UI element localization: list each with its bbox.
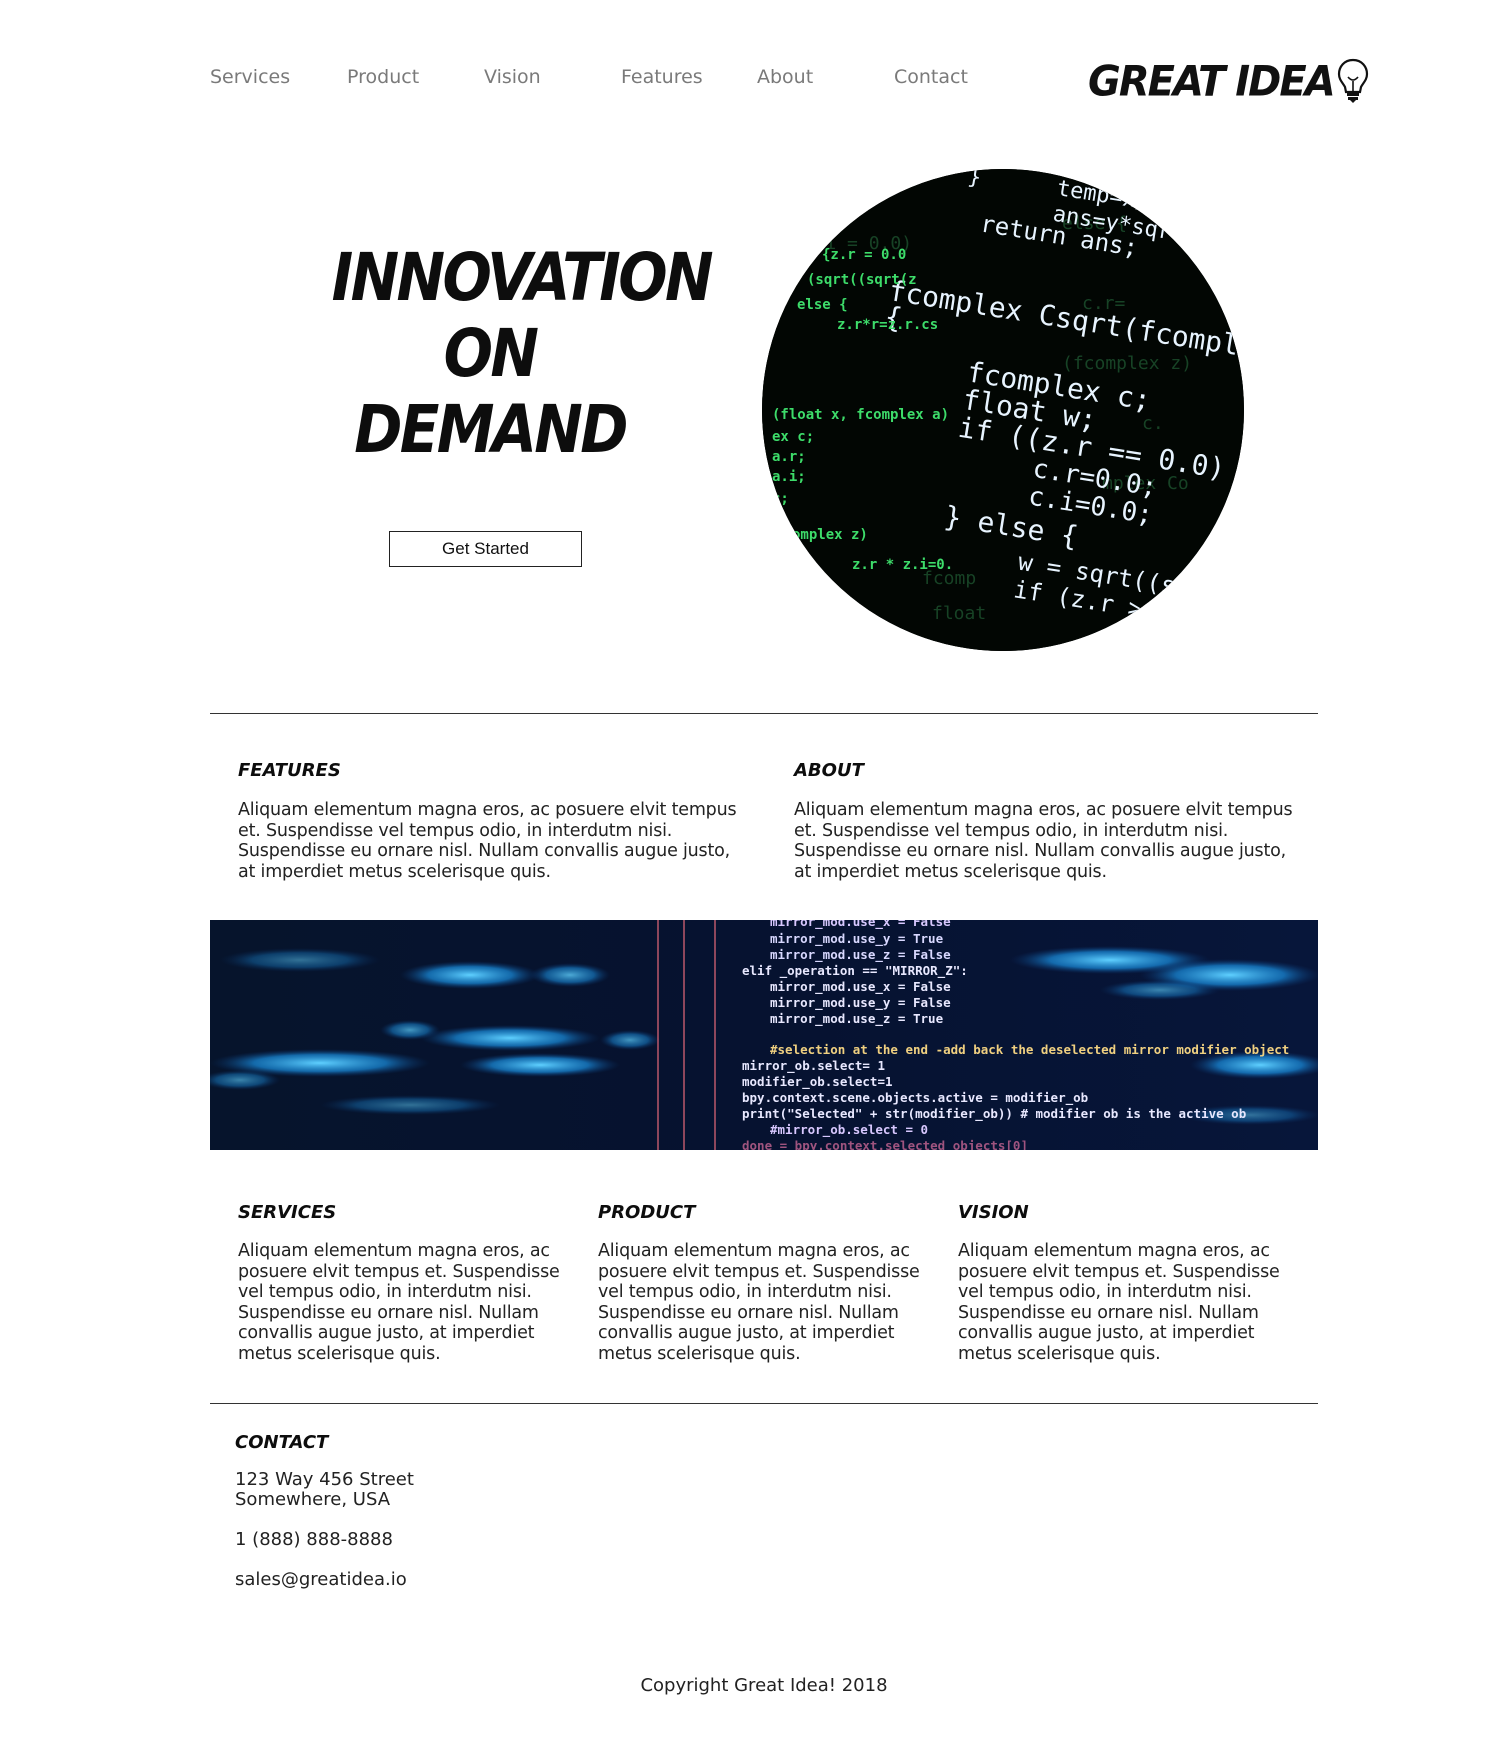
vision-body-line: Suspendisse eu ornare nisl. Nullam <box>958 1302 1259 1323</box>
about-body: Aliquam elementum magna eros, ac posuere… <box>794 800 1294 882</box>
hero-title: INNOVATION ON DEMAND <box>310 239 714 468</box>
features-body-line: Aliquam elementum magna eros, ac posuere… <box>238 800 737 820</box>
product-body-line: convallis augue justo, at imperdiet <box>598 1323 895 1343</box>
code-banner-graphic: mirror_mod.use_x = False mirror_mod.use_… <box>210 920 1318 1150</box>
contact-address-line-1: 123 Way 456 Street <box>235 1469 414 1490</box>
section-divider <box>210 1403 1318 1404</box>
hero-code-image: else { c.r= (fcomplex z) c. mplex Co flo… <box>762 169 1244 651</box>
product-body-line: posuere elvit tempus et. Suspendisse <box>598 1261 920 1282</box>
svg-text:done = bpy.context.selected_ob: done = bpy.context.selected_objects[0] <box>742 1138 1028 1150</box>
features-body: Aliquam elementum magna eros, ac posuere… <box>238 800 738 882</box>
services-heading: SERVICES <box>238 1202 337 1223</box>
product-body-line: vel tempus odio, in interdutm nisi. <box>598 1282 892 1302</box>
hero-title-line-3: DEMAND <box>354 391 628 468</box>
svg-text:mirror_ob.select= 1: mirror_ob.select= 1 <box>742 1058 885 1074</box>
lightbulb-icon <box>1337 58 1368 103</box>
nav-link-features[interactable]: Features <box>621 66 703 88</box>
services-body-line: metus scelerisque quis. <box>238 1343 441 1364</box>
logo-text: GREAT IDEA <box>1088 57 1336 107</box>
contact-address-line-2: Somewhere, USA <box>235 1489 391 1510</box>
svg-text:omplex z): omplex z) <box>792 527 868 543</box>
copyright-text: Copyright Great Idea! 2018 <box>640 1675 888 1696</box>
svg-text:(fcomplex z): (fcomplex z) <box>1062 353 1192 374</box>
nav-link-services[interactable]: Services <box>210 66 290 88</box>
svg-text:#mirror_ob.select = 0: #mirror_ob.select = 0 <box>770 1122 928 1138</box>
svg-text:{z.r = 0.0: {z.r = 0.0 <box>822 247 906 263</box>
features-heading: FEATURES <box>238 760 341 781</box>
svg-text:a.r;: a.r; <box>772 449 806 465</box>
product-body-line: Aliquam elementum magna eros, ac <box>598 1241 910 1261</box>
about-body-line: at imperdiet metus scelerisque quis. <box>794 861 1107 882</box>
features-body-line: et. Suspendisse vel tempus odio, in inte… <box>238 820 673 841</box>
logo[interactable]: GREAT IDEA <box>1088 56 1370 108</box>
services-body: Aliquam elementum magna eros, ac posuere… <box>238 1241 578 1364</box>
svg-text:print("Selected" + str(modifie: print("Selected" + str(modifier_ob)) # m… <box>742 1106 1246 1122</box>
contact-phone[interactable]: 1 (888) 888-8888 <box>235 1529 393 1550</box>
services-body-line: convallis augue justo, at imperdiet <box>238 1323 535 1343</box>
svg-text:mirror_mod.use_z = False: mirror_mod.use_z = False <box>770 947 951 963</box>
about-body-line: Aliquam elementum magna eros, ac posuere… <box>794 800 1293 820</box>
vision-body-line: posuere elvit tempus et. Suspendisse <box>958 1261 1280 1282</box>
about-heading: ABOUT <box>794 760 864 781</box>
svg-text:c;: c; <box>772 491 789 507</box>
svg-text:mirror_mod.use_z = True: mirror_mod.use_z = True <box>770 1011 944 1027</box>
svg-text:mirror_mod.use_y = False: mirror_mod.use_y = False <box>770 995 951 1011</box>
services-body-line: Suspendisse eu ornare nisl. Nullam <box>238 1302 539 1323</box>
product-heading: PRODUCT <box>598 1202 696 1223</box>
svg-text:(sqrt((sqrt(z: (sqrt((sqrt(z <box>807 272 917 288</box>
about-body-line: Suspendisse eu ornare nisl. Nullam conva… <box>794 841 1286 861</box>
vision-body-line: Aliquam elementum magna eros, ac <box>958 1241 1270 1261</box>
services-body-line: vel tempus odio, in interdutm nisi. <box>238 1282 532 1302</box>
product-body-line: metus scelerisque quis. <box>598 1343 801 1364</box>
svg-text:z.r * z.i=0.: z.r * z.i=0. <box>852 557 953 573</box>
vision-heading: VISION <box>958 1202 1029 1223</box>
section-divider <box>210 713 1318 714</box>
get-started-button[interactable]: Get Started <box>389 531 582 567</box>
page: Services Product Vision Features About C… <box>0 0 1510 1763</box>
svg-text:else {: else { <box>797 297 848 313</box>
svg-text:a.i;: a.i; <box>772 469 806 485</box>
vision-body: Aliquam elementum magna eros, ac posuere… <box>958 1241 1298 1364</box>
contact-heading: CONTACT <box>235 1432 329 1453</box>
nav-link-about[interactable]: About <box>757 66 813 88</box>
vision-body-line: metus scelerisque quis. <box>958 1343 1161 1364</box>
svg-text:#selection at the end -add bac: #selection at the end -add back the dese… <box>770 1042 1289 1057</box>
svg-text:mirror_mod.use_y = True: mirror_mod.use_y = True <box>770 931 944 947</box>
svg-text:modifier_ob.select=1: modifier_ob.select=1 <box>742 1074 893 1090</box>
nav-link-vision[interactable]: Vision <box>484 66 541 88</box>
svg-text:z.r*r=z.r.cs: z.r*r=z.r.cs <box>837 317 938 333</box>
features-body-line: at imperdiet metus scelerisque quis. <box>238 861 551 882</box>
services-body-line: posuere elvit tempus et. Suspendisse <box>238 1261 560 1282</box>
vision-body-line: convallis augue justo, at imperdiet <box>958 1323 1255 1343</box>
product-body: Aliquam elementum magna eros, ac posuere… <box>598 1241 938 1364</box>
vision-body-line: vel tempus odio, in interdutm nisi. <box>958 1282 1252 1302</box>
nav-link-product[interactable]: Product <box>347 66 419 88</box>
svg-text:ex c;: ex c; <box>772 429 814 445</box>
svg-text:mirror_mod.use_x = False: mirror_mod.use_x = False <box>770 979 951 995</box>
services-body-line: Aliquam elementum magna eros, ac <box>238 1241 550 1261</box>
contact-email-link[interactable]: sales@greatidea.io <box>235 1569 407 1590</box>
svg-text:elif _operation == "MIRROR_Z":: elif _operation == "MIRROR_Z": <box>742 963 968 979</box>
code-banner-image: mirror_mod.use_x = False mirror_mod.use_… <box>210 920 1318 1150</box>
svg-text:mirror_mod.use_x = False: mirror_mod.use_x = False <box>770 920 951 930</box>
svg-text:float: float <box>932 603 986 624</box>
about-body-line: et. Suspendisse vel tempus odio, in inte… <box>794 820 1229 841</box>
svg-text:(float x, fcomplex a): (float x, fcomplex a) <box>772 407 949 423</box>
hero-title-line-2: ON <box>443 315 539 392</box>
hero-title-line-1: INNOVATION <box>331 239 714 316</box>
product-body-line: Suspendisse eu ornare nisl. Nullam <box>598 1302 899 1323</box>
code-screen-image: else { c.r= (fcomplex z) c. mplex Co flo… <box>762 169 1244 651</box>
features-body-line: Suspendisse eu ornare nisl. Nullam conva… <box>238 841 730 861</box>
nav-link-contact[interactable]: Contact <box>894 66 968 88</box>
svg-text:bpy.context.scene.objects.acti: bpy.context.scene.objects.active = modif… <box>742 1090 1088 1106</box>
